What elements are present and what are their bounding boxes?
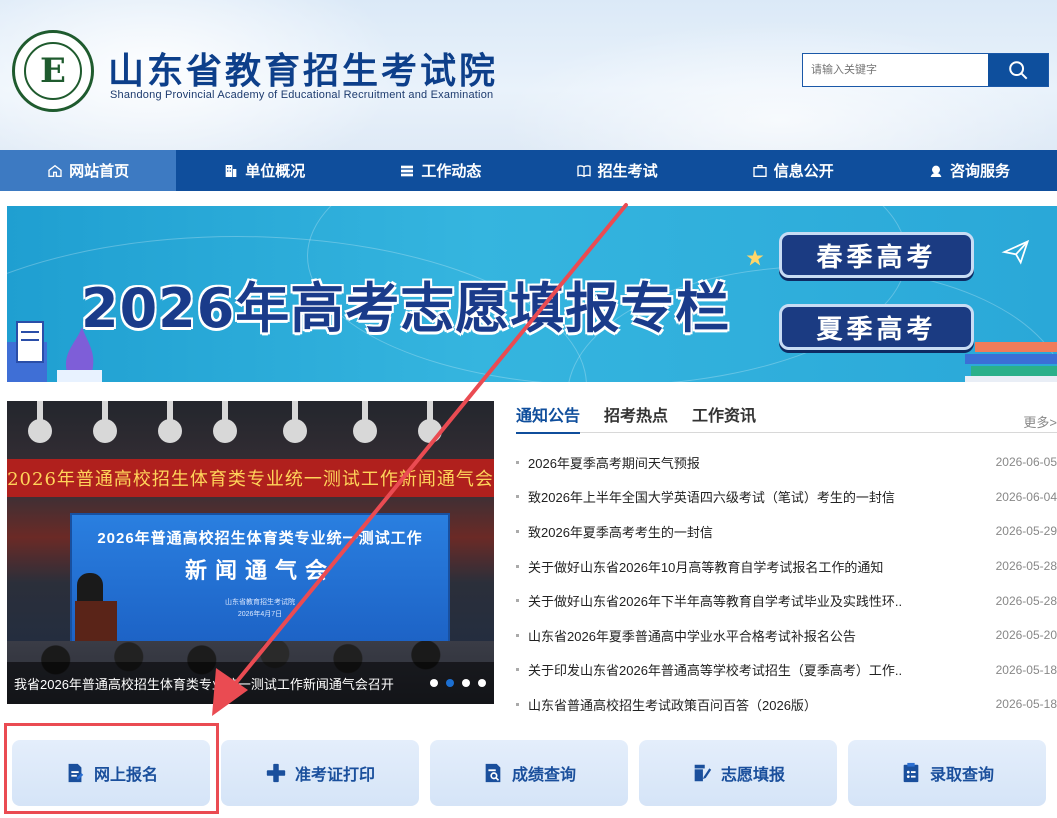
nav-label: 信息公开 [773,163,834,180]
online-registration-button[interactable]: 网上报名 [12,740,210,806]
event-banner-text: 2026年普通高校招生体育类专业统一测试工作新闻通气会 [7,459,494,497]
news-title[interactable]: 山东省普通高校招生考试政策百问百答（2026版） [528,695,979,714]
home-icon [48,164,62,177]
tab-hot[interactable]: 招考热点 [604,396,668,433]
plus-icon [266,763,286,783]
nav-item-home[interactable]: 网站首页 [0,150,177,191]
nav-item-about[interactable]: 单位概况 [176,150,352,191]
nav-label: 网站首页 [69,163,130,180]
screen-line-2: 新闻通气会 [184,558,335,583]
quick-label: 录取查询 [929,767,994,784]
news-date: 2026-05-18 [995,697,1057,712]
news-title[interactable]: 山东省2026年夏季普通高中学业水平合格考试补报名公告 [528,626,979,645]
quick-links: 网上报名 准考证打印 成绩查询 志愿填报 录取查询 [12,740,1057,806]
news-title[interactable]: 关于印发山东省2026年普通高等学校考试招生（夏季高考）工作.. [528,660,979,679]
news-date: 2026-05-28 [995,593,1057,608]
nav-label: 咨询服务 [949,163,1010,180]
projection-screen: 2026年普通高校招生体育类专业统一测试工作 新闻通气会 山东省教育招生考试院 … [70,513,450,643]
news-title[interactable]: 致2026年上半年全国大学英语四六级考试（笔试）考生的一封信 [528,487,979,506]
admission-query-button[interactable]: 录取查询 [848,740,1046,806]
slider-dot[interactable] [430,679,438,687]
pen-doc-icon [694,764,712,782]
news-date: 2026-06-04 [995,489,1057,504]
server-icon [401,165,414,176]
search-icon [1009,61,1028,80]
summer-gaokao-button[interactable]: 夏季高考 [779,304,974,350]
application-fill-button[interactable]: 志愿填报 [639,740,837,806]
search-doc-icon [485,763,501,783]
news-title[interactable]: 2026年夏季高考期间天气预报 [528,453,979,472]
edit-doc-icon [68,763,84,783]
nav-item-exam[interactable]: 招生考试 [529,150,705,191]
list-item[interactable]: 关于印发山东省2026年普通高等学校考试招生（夏季高考）工作.. 2026-05-… [516,653,1057,688]
tab-notices[interactable]: 通知公告 [516,396,581,434]
search-box [802,53,1049,87]
screen-line-1: 2026年普通高校招生体育类专业统一测试工作 [97,530,423,547]
slider-dot[interactable] [478,679,486,687]
quick-label: 志愿填报 [720,767,785,784]
banner-title: 2026年高考志愿填报专栏 [81,277,731,340]
screen-line-3: 山东省教育招生考试院 [225,599,295,606]
list-item[interactable]: 山东省2026年夏季普通高中学业水平合格考试补报名公告 2026-05-20 [516,618,1057,653]
stage-lights [28,401,442,443]
nav-item-news[interactable]: 工作动态 [352,150,528,191]
briefcase-icon [753,164,767,177]
news-title[interactable]: 关于做好山东省2026年10月高等教育自学考试报名工作的通知 [528,557,979,576]
list-item[interactable]: 致2026年上半年全国大学英语四六级考试（笔试）考生的一封信 2026-06-04 [516,480,1057,515]
news-date: 2026-06-05 [995,455,1057,470]
admission-ticket-button[interactable]: 准考证打印 [221,740,419,806]
slider-dot[interactable] [462,679,470,687]
quick-label: 网上报名 [93,767,158,784]
nav-item-info[interactable]: 信息公开 [705,150,881,191]
news-list: 2026年夏季高考期间天气预报 2026-06-05 致2026年上半年全国大学英… [516,445,1057,722]
tab-work-news[interactable]: 工作资讯 [692,396,756,433]
site-header: E 山东省教育招生考试院 Shandong Provincial Academy… [0,0,1057,150]
news-title[interactable]: 致2026年夏季高考考生的一封信 [528,522,979,541]
news-date: 2026-05-29 [995,524,1057,539]
books-illustration [965,342,1057,382]
gaokao-banner[interactable]: 2026年高考志愿填报专栏 春季高考 夏季高考 [7,206,1057,382]
news-tabs: 通知公告 招考热点 工作资讯 更多> [516,396,1057,434]
slider-dots [430,679,494,687]
logo-letter: E [24,42,82,100]
nav-label: 招生考试 [597,163,658,180]
list-item[interactable]: 关于做好山东省2026年下半年高等教育自学考试毕业及实践性环.. 2026-05-… [516,583,1057,618]
more-link[interactable]: 更多> [1023,412,1057,431]
list-item[interactable]: 关于做好山东省2026年10月高等教育自学考试报名工作的通知 2026-05-28 [516,549,1057,584]
slider-caption-text[interactable]: 我省2026年普通高校招生体育类专业统一测试工作新闻通气会召开 [14,674,430,693]
paper-plane-icon [1001,239,1030,265]
search-button[interactable] [988,54,1048,86]
quick-label: 准考证打印 [294,767,375,784]
score-query-button[interactable]: 成绩查询 [430,740,628,806]
screen-line-4: 2026年4月7日 [237,611,283,618]
site-logo[interactable]: E [12,30,94,112]
building-icon [225,164,237,177]
spring-gaokao-button[interactable]: 春季高考 [779,232,974,278]
star-icon [746,249,764,266]
nav-label: 工作动态 [421,163,482,180]
slider-caption[interactable]: 我省2026年普通高校招生体育类专业统一测试工作新闻通气会召开 [7,662,494,704]
list-item[interactable]: 2026年夏季高考期间天气预报 2026-06-05 [516,445,1057,480]
headset-icon [930,165,942,177]
book-icon [576,164,591,177]
slider-dot-active[interactable] [446,679,454,687]
list-item[interactable]: 致2026年夏季高考考生的一封信 2026-05-29 [516,514,1057,549]
quick-label: 成绩查询 [511,767,576,784]
news-slider[interactable]: 2026年普通高校招生体育类专业统一测试工作新闻通气会 2026年普通高校招生体… [7,401,494,704]
list-item[interactable]: 山东省普通高校招生考试政策百问百答（2026版） 2026-05-18 [516,687,1057,722]
news-date: 2026-05-28 [995,559,1057,574]
news-date: 2026-05-18 [995,662,1057,677]
site-subtitle: Shandong Provincial Academy of Education… [110,89,494,101]
news-date: 2026-05-20 [995,628,1057,643]
search-input[interactable] [803,54,988,86]
clipboard-icon [903,762,919,783]
site-title: 山东省教育招生考试院 [108,51,499,92]
main-nav: 网站首页 单位概况 工作动态 招生考试 信息公开 咨询服务 [0,150,1057,191]
news-title[interactable]: 关于做好山东省2026年下半年高等教育自学考试毕业及实践性环.. [528,591,979,610]
news-panel: 通知公告 招考热点 工作资讯 更多> 2026年夏季高考期间天气预报 2026-0… [516,396,1057,716]
nav-label: 单位概况 [245,163,306,180]
nav-item-service[interactable]: 咨询服务 [881,150,1057,191]
